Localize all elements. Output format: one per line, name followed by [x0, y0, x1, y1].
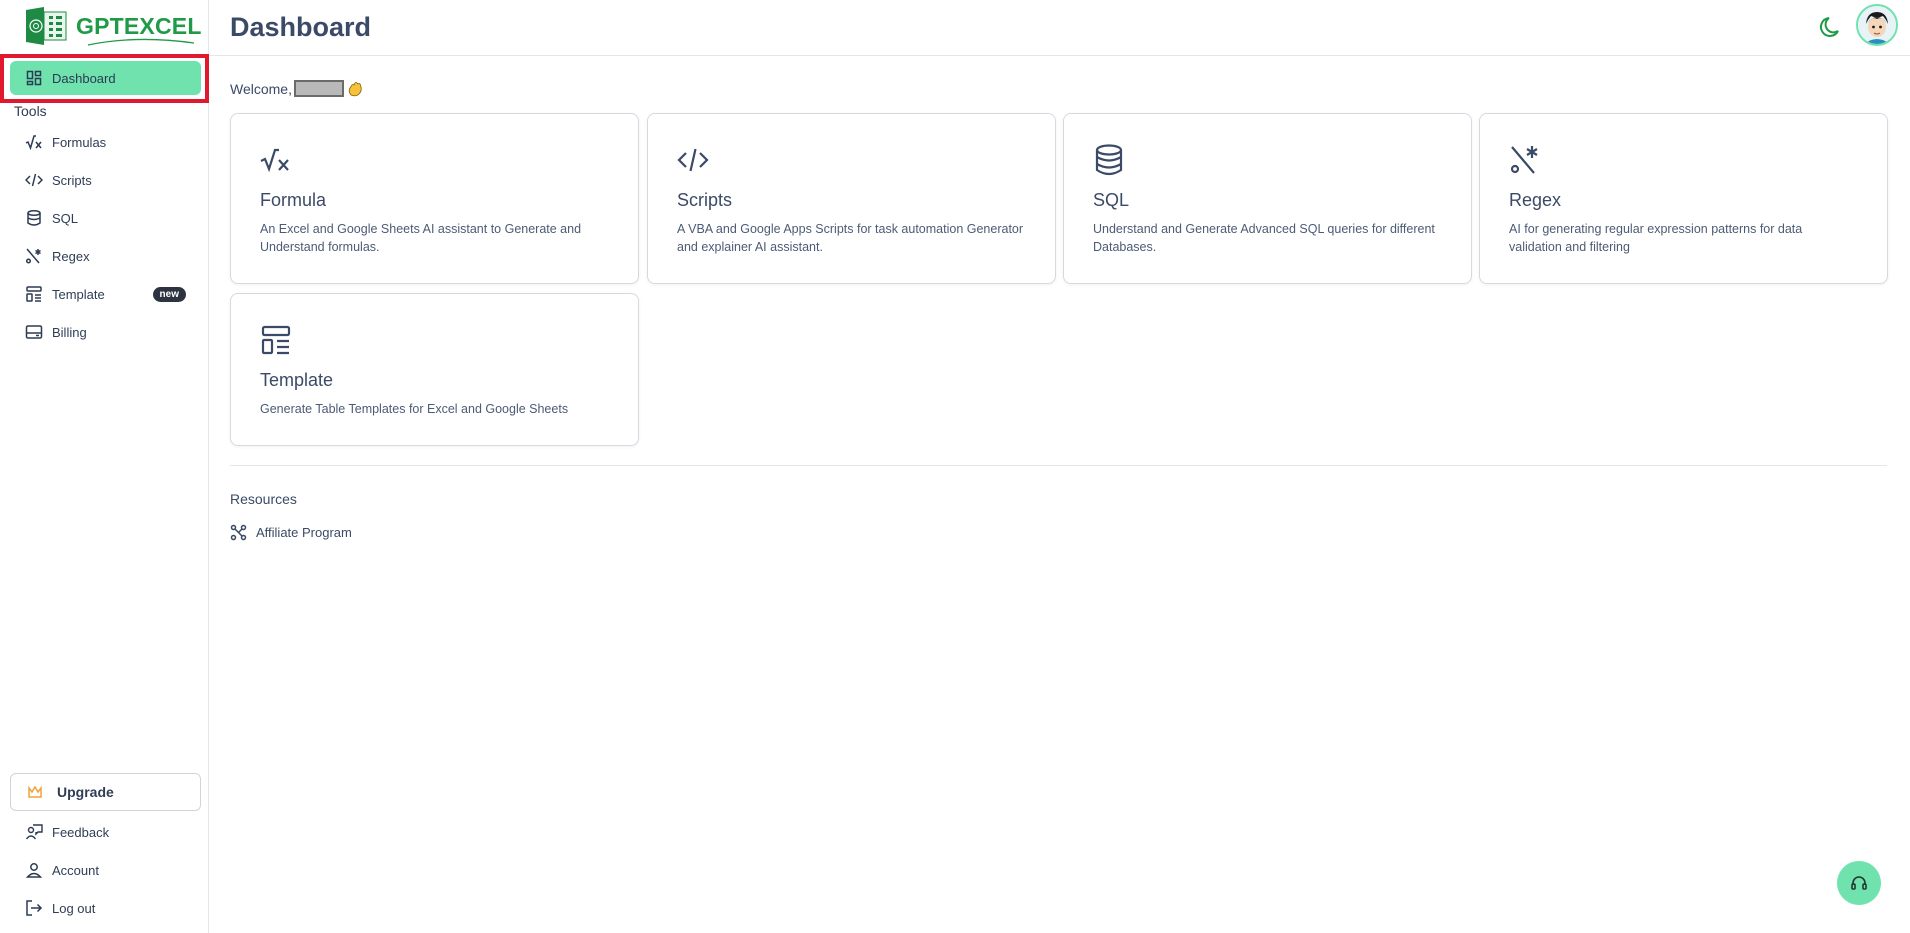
sidebar-item-label: SQL: [52, 210, 79, 226]
welcome-message: Welcome,: [230, 80, 363, 97]
brand-name: GPTEXCEL: [76, 13, 202, 46]
dark-mode-toggle[interactable]: [1818, 14, 1844, 45]
sidebar-item-account[interactable]: Account: [0, 851, 209, 889]
sidebar-item-sql[interactable]: SQL: [0, 199, 209, 237]
headset-icon: [1851, 876, 1867, 890]
card-title: Formula: [260, 190, 327, 210]
sidebar-item-regex[interactable]: Regex: [0, 237, 209, 275]
regex-icon: [1510, 146, 1538, 174]
template-icon: [26, 286, 42, 302]
card-title: Regex: [1509, 190, 1562, 210]
logo-icon: [24, 6, 68, 46]
scripts-card[interactable]: Scripts A VBA and Google Apps Scripts fo…: [647, 113, 1056, 284]
sql-card[interactable]: SQL Understand and Generate Advanced SQL…: [1063, 113, 1472, 284]
tools-nav: Formulas Scripts SQL Regex Template new: [0, 123, 209, 351]
database-icon: [27, 209, 41, 226]
app-root: GPTEXCEL Dashboard Tools Formulas Script…: [0, 0, 1910, 933]
moon-icon: [1819, 17, 1839, 37]
card-description: An Excel and Google Sheets AI assistant …: [260, 222, 582, 254]
code-icon: [677, 148, 709, 172]
template-card[interactable]: Template Generate Table Templates for Ex…: [230, 293, 639, 446]
sidebar-item-billing[interactable]: Billing: [0, 313, 209, 351]
regex-card[interactable]: Regex AI for generating regular expressi…: [1479, 113, 1888, 284]
sidebar-item-logout[interactable]: Log out: [0, 889, 209, 927]
crown-icon: [28, 785, 42, 798]
sidebar-item-label: Template: [52, 286, 105, 302]
sidebar-item-label: Regex: [52, 248, 90, 264]
section-divider: [230, 465, 1887, 466]
welcome-text: Welcome,: [230, 80, 292, 97]
avatar-image: [1858, 6, 1896, 44]
card-title: Template: [260, 370, 334, 390]
card-description: AI for generating regular expression pat…: [1509, 222, 1803, 254]
waving-hand-icon: [348, 81, 362, 96]
card-icon: [25, 325, 43, 339]
main-content: Dashboard Welcome, Formula An Excel and …: [209, 0, 1910, 933]
sidebar-item-label: Formulas: [52, 134, 107, 150]
affiliate-icon: [230, 524, 247, 541]
resources-title: Resources: [230, 491, 297, 507]
upgrade-button[interactable]: Upgrade: [10, 773, 201, 811]
top-bar: Dashboard: [209, 0, 1910, 56]
sidebar-item-formulas[interactable]: Formulas: [0, 123, 209, 161]
card-title: Scripts: [677, 190, 733, 210]
database-icon: [1095, 144, 1123, 176]
sidebar-item-label: Account: [52, 862, 99, 878]
template-icon: [261, 325, 291, 355]
user-icon: [25, 863, 43, 878]
logout-icon: [26, 900, 43, 916]
new-badge: new: [152, 286, 186, 302]
selection-highlight: [0, 54, 209, 103]
card-description: Generate Table Templates for Excel and G…: [260, 402, 569, 416]
sidebar-item-label: Feedback: [52, 824, 110, 840]
card-description: Understand and Generate Advanced SQL que…: [1093, 222, 1435, 254]
sidebar-item-feedback[interactable]: Feedback: [0, 813, 209, 851]
avatar[interactable]: [1856, 4, 1898, 46]
affiliate-label: Affiliate Program: [256, 525, 352, 540]
sidebar-item-label: Log out: [52, 900, 96, 916]
tools-section-label: Tools: [14, 103, 47, 119]
page-title: Dashboard: [230, 12, 372, 42]
sidebar: GPTEXCEL Dashboard Tools Formulas Script…: [0, 0, 209, 933]
brand-logo[interactable]: GPTEXCEL: [0, 0, 208, 52]
redacted-username: [293, 80, 344, 97]
affiliate-program-link[interactable]: Affiliate Program: [230, 524, 352, 541]
sqrt-x-icon: [25, 135, 42, 151]
sidebar-item-scripts[interactable]: Scripts: [0, 161, 209, 199]
sidebar-item-label: Billing: [52, 324, 87, 340]
formula-card[interactable]: Formula An Excel and Google Sheets AI as…: [230, 113, 639, 284]
sidebar-item-label: Scripts: [52, 172, 92, 188]
card-title: SQL: [1093, 190, 1130, 210]
card-description: A VBA and Google Apps Scripts for task a…: [677, 222, 1024, 254]
account-nav: Feedback Account Log out: [0, 813, 209, 927]
code-icon: [25, 173, 43, 187]
regex-icon: [25, 248, 41, 264]
feedback-icon: [25, 824, 43, 840]
sqrt-x-icon: [260, 148, 289, 173]
upgrade-label: Upgrade: [57, 784, 114, 800]
sidebar-item-template[interactable]: Template new: [0, 275, 209, 313]
support-chat-button[interactable]: [1837, 861, 1881, 905]
